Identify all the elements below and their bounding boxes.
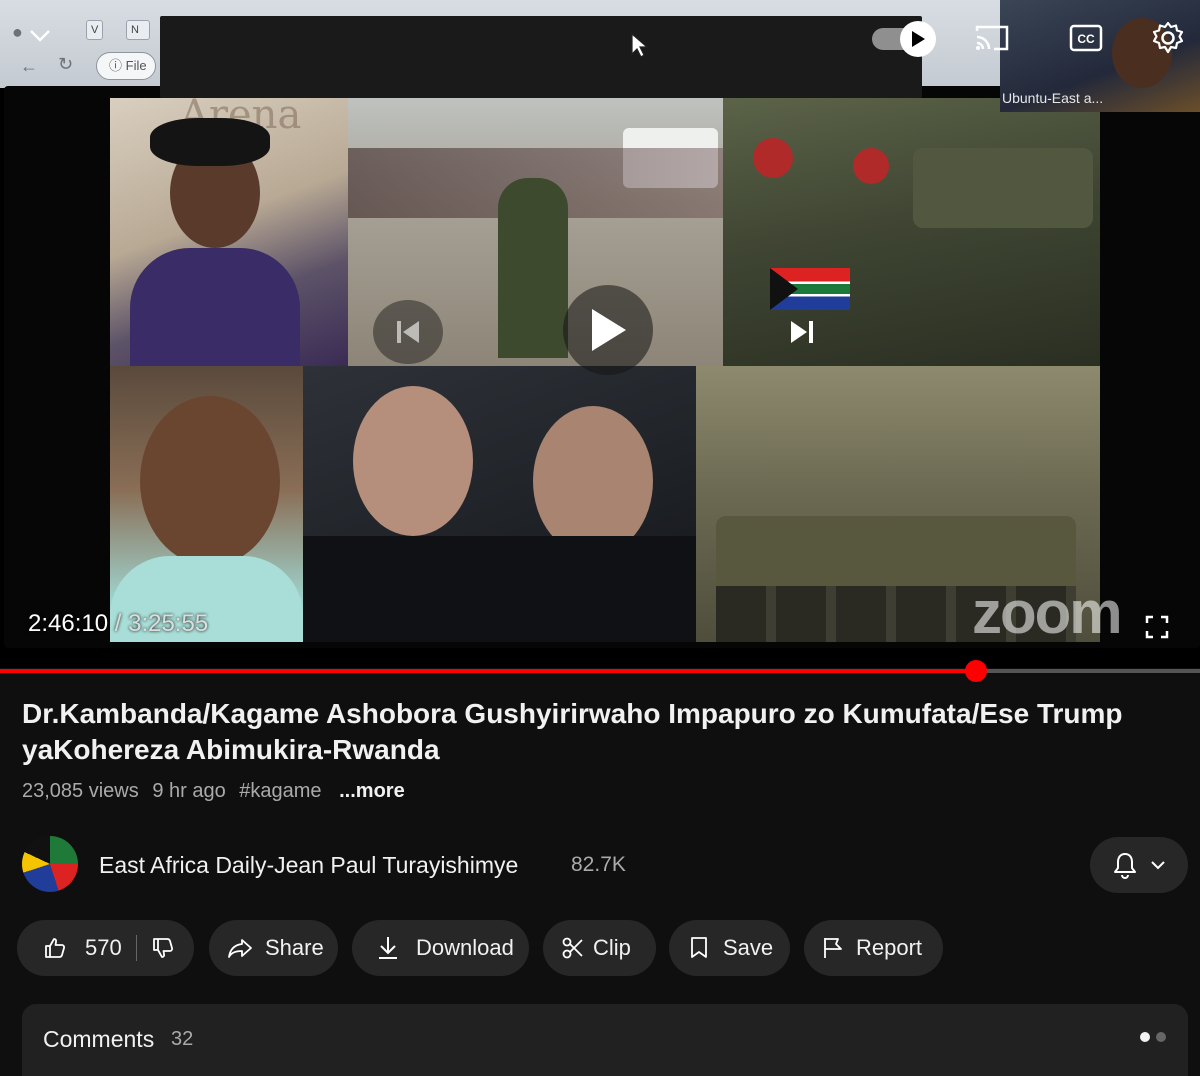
progress-played bbox=[0, 669, 976, 673]
report-label: Report bbox=[856, 935, 923, 960]
channel-name[interactable]: East Africa Daily-Jean Paul Turayishimye bbox=[99, 852, 518, 879]
bell-icon bbox=[1114, 853, 1136, 879]
gear-icon bbox=[1152, 21, 1184, 54]
svg-text:CC: CC bbox=[1077, 32, 1095, 46]
time-display: 2:46:10 / 3:25:55 bbox=[28, 610, 208, 638]
comments-title: Comments bbox=[43, 1026, 155, 1052]
download-button[interactable]: Download bbox=[352, 920, 529, 976]
scissors-icon bbox=[562, 937, 583, 959]
info-icon: ⓘ bbox=[109, 58, 123, 73]
browser-tab[interactable]: N bbox=[126, 20, 150, 40]
notifications-button[interactable] bbox=[1090, 837, 1188, 893]
channel-row: East Africa Daily-Jean Paul Turayishimye… bbox=[22, 836, 1188, 893]
comments-count: 32 bbox=[171, 1028, 194, 1050]
fullscreen-icon bbox=[1145, 615, 1169, 639]
like-count[interactable]: 570 bbox=[85, 935, 122, 961]
thumbs-down-icon[interactable] bbox=[151, 936, 175, 960]
comments-pager-dots bbox=[1140, 1032, 1166, 1042]
share-icon bbox=[228, 939, 252, 958]
save-button[interactable]: Save bbox=[669, 920, 790, 976]
scrubber-handle[interactable] bbox=[964, 660, 987, 682]
share-label: Share bbox=[265, 935, 324, 960]
zoom-toolbar-overlay bbox=[160, 16, 922, 98]
settings-button[interactable] bbox=[1146, 18, 1190, 58]
cast-button[interactable] bbox=[970, 20, 1014, 56]
zoom-watermark: zoom bbox=[972, 579, 1123, 646]
collage-tile-woman bbox=[110, 366, 303, 642]
skip-next-icon bbox=[791, 321, 813, 343]
skip-previous-icon bbox=[397, 321, 419, 343]
comments-panel[interactable]: Comments 32 bbox=[22, 1004, 1188, 1076]
browser-tab[interactable]: V bbox=[86, 20, 104, 40]
clip-label: Clip bbox=[593, 935, 631, 960]
download-label: Download bbox=[416, 935, 514, 960]
participant-name: Ubuntu-East a... bbox=[1002, 90, 1104, 106]
action-bar: 570 Share Download Clip Save Report bbox=[17, 920, 1197, 976]
video-metadata[interactable]: 23,085 views 9 hr ago #kagame ...more bbox=[22, 780, 413, 803]
autoplay-knob[interactable] bbox=[900, 21, 936, 57]
current-time: 2:46:10 bbox=[28, 610, 109, 637]
cursor-icon bbox=[631, 32, 648, 58]
download-icon bbox=[379, 937, 397, 959]
flag-icon bbox=[824, 938, 842, 958]
view-count: 23,085 views bbox=[22, 780, 139, 802]
play-icon bbox=[912, 31, 925, 47]
fullscreen-button[interactable] bbox=[1140, 610, 1174, 644]
address-bar: ⓘ File bbox=[96, 52, 156, 80]
duration: 3:25:55 bbox=[128, 610, 209, 637]
reload-icon: ↻ bbox=[58, 54, 74, 74]
south-africa-flag bbox=[770, 268, 850, 310]
minimize-button[interactable] bbox=[22, 20, 58, 52]
previous-video-button[interactable] bbox=[373, 300, 443, 364]
channel-avatar[interactable] bbox=[22, 836, 78, 892]
address-file-label: File bbox=[125, 58, 147, 73]
time-separator: / bbox=[108, 610, 129, 637]
subscriber-count: 82.7K bbox=[571, 853, 626, 876]
closed-captions-icon: CC bbox=[1069, 24, 1103, 52]
captions-button[interactable]: CC bbox=[1064, 20, 1108, 56]
clip-button[interactable]: Clip bbox=[543, 920, 656, 976]
like-divider bbox=[135, 935, 137, 961]
progress-bar[interactable] bbox=[0, 660, 1200, 682]
video-player[interactable]: ● V N ← ↻ ⓘ File Arena Ubuntu-East a... … bbox=[0, 0, 1200, 668]
chevron-down-icon bbox=[1151, 861, 1165, 870]
upload-age: 9 hr ago bbox=[152, 780, 226, 802]
save-label: Save bbox=[723, 935, 774, 960]
cast-icon bbox=[975, 25, 1009, 51]
collage-tile-men bbox=[303, 366, 696, 642]
collage-tile-graduate: Arena bbox=[110, 98, 348, 366]
next-video-button[interactable] bbox=[780, 312, 824, 352]
chevron-down-icon bbox=[30, 30, 50, 42]
play-pause-button[interactable] bbox=[563, 285, 653, 375]
more-button[interactable]: ...more bbox=[339, 780, 405, 802]
thumbs-up-icon[interactable] bbox=[43, 936, 67, 960]
play-icon bbox=[592, 309, 626, 351]
video-title[interactable]: Dr.Kambanda/Kagame Ashobora Gushyirirwah… bbox=[22, 696, 1192, 768]
report-button[interactable]: Report bbox=[804, 920, 943, 976]
bookmark-icon bbox=[691, 937, 707, 958]
hashtag-link[interactable]: #kagame bbox=[239, 780, 321, 802]
like-dislike-group: 570 bbox=[17, 920, 194, 976]
share-button[interactable]: Share bbox=[209, 920, 338, 976]
back-arrow-icon: ← bbox=[20, 56, 38, 76]
